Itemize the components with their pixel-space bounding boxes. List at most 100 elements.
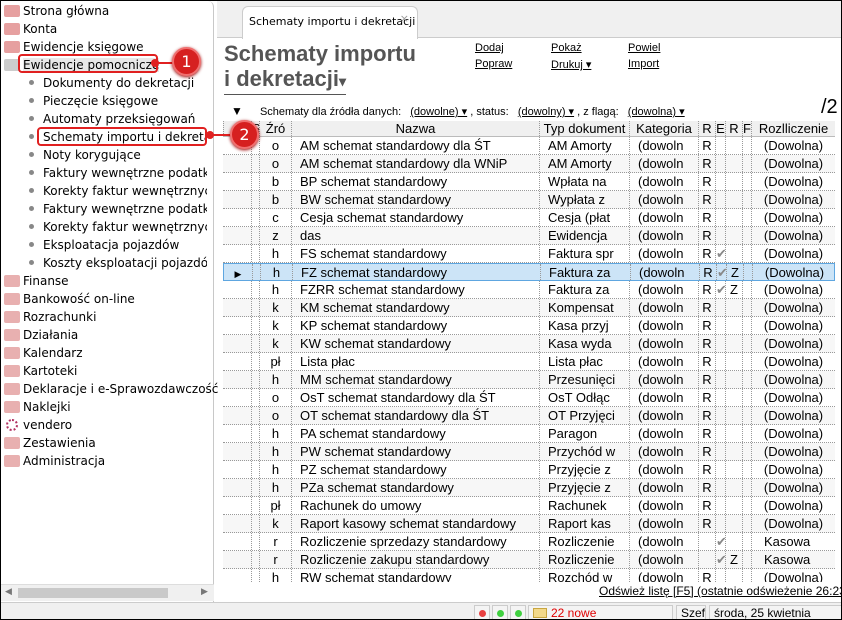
table-row[interactable]: b BP schemat standardowy Wpłata na (dowoln R… <box>223 173 835 191</box>
sidebar-subitem-6[interactable]: Korekty faktur wewnętrznych p <box>29 182 207 200</box>
row-selector[interactable]: ▶ <box>224 264 252 280</box>
row-selector[interactable] <box>223 317 251 334</box>
row-selector[interactable] <box>223 407 251 424</box>
sidebar-subitem-4[interactable]: Noty korygujące <box>29 146 207 164</box>
scroll-right-arrow[interactable]: ▶ <box>201 587 208 597</box>
row-selector[interactable] <box>223 191 251 208</box>
table-row[interactable]: h FZRR schemat standardowy Faktura za (dowo… <box>223 281 835 299</box>
column-header-3[interactable]: Nazwa <box>291 121 539 136</box>
column-header-9[interactable]: F <box>742 121 751 136</box>
row-selector[interactable] <box>223 533 251 550</box>
add-button[interactable]: Dodaj <box>475 42 504 54</box>
sidebar-module-8[interactable]: vendero <box>1 416 72 434</box>
column-header-5[interactable]: Kategoria <box>629 121 698 136</box>
sidebar-subitem-1[interactable]: Pieczęcie księgowe <box>29 92 207 110</box>
page-title-menu[interactable]: i dekretacji▾ <box>224 66 346 95</box>
row-selector[interactable] <box>223 209 251 226</box>
row-selector[interactable] <box>223 173 251 190</box>
table-row[interactable]: o OsT schemat standardowy dla ŚT OsT Odłąc… <box>223 389 835 407</box>
row-selector[interactable] <box>223 155 251 172</box>
row-selector[interactable] <box>223 443 251 460</box>
row-selector[interactable] <box>223 479 251 496</box>
sidebar-item-1[interactable]: Konta <box>1 20 57 38</box>
table-row[interactable]: h PA schemat standardowy Paragon (dowoln R (D… <box>223 425 835 443</box>
row-selector[interactable] <box>223 425 251 442</box>
sidebar-subitem-8[interactable]: Korekty faktur wewnętrznych p <box>29 218 207 236</box>
row-selector[interactable] <box>223 299 251 316</box>
row-selector[interactable] <box>223 515 251 532</box>
close-icon[interactable]: × <box>400 12 409 25</box>
sidebar-subitem-9[interactable]: Eksploatacja pojazdów <box>29 236 207 254</box>
table-row[interactable]: k KM schemat standardowy Kompensat (dowoln R… <box>223 299 835 317</box>
table-row[interactable]: o OT schemat standardowy dla ŚT OT Przyjęc… <box>223 407 835 425</box>
column-header-2[interactable]: Źró <box>259 121 291 136</box>
row-selector[interactable] <box>223 245 251 262</box>
table-row[interactable]: o AM schemat standardowy dla WNiP AM Amort… <box>223 155 835 173</box>
row-selector[interactable] <box>223 227 251 244</box>
column-header-6[interactable]: R <box>698 121 715 136</box>
sidebar-subitem-2[interactable]: Automaty przeksięgowań <box>29 110 207 128</box>
table-row[interactable]: k KP schemat standardowy Kasa przyj (dowoln… <box>223 317 835 335</box>
duplicate-button[interactable]: Powiel <box>628 42 660 54</box>
table-row[interactable]: z das Ewidencja (dowoln R (Dowolna) <box>223 227 835 245</box>
print-button[interactable]: Drukuj ▾ <box>551 58 591 71</box>
row-selector[interactable] <box>223 461 251 478</box>
table-row[interactable]: r Rozliczenie zakupu standardowy Rozliczen… <box>223 551 835 569</box>
sidebar-subitem-5[interactable]: Faktury wewnętrzne podatku n <box>29 164 207 182</box>
row-selector[interactable] <box>223 389 251 406</box>
table-row[interactable]: h PW schemat standardowy Przychód w (dowoln… <box>223 443 835 461</box>
table-row[interactable]: b BW schemat standardowy Wypłata z (dowoln R… <box>223 191 835 209</box>
sidebar-subitem-7[interactable]: Faktury wewnętrzne podatku n <box>29 200 207 218</box>
messages-button[interactable]: 22 nowe InsWiadomości <box>528 605 673 619</box>
row-selector[interactable] <box>223 371 251 388</box>
status-dropdown[interactable]: (dowolny) ▾ <box>518 106 574 118</box>
table-row[interactable]: r Rozliczenie sprzedazy standardowy Rozlic… <box>223 533 835 551</box>
column-header-8[interactable]: R <box>725 121 742 136</box>
sidebar-module-4[interactable]: Kalendarz <box>1 344 83 362</box>
sidebar-module-3[interactable]: Działania <box>1 326 78 344</box>
sidebar-module-10[interactable]: Administracja <box>1 452 105 470</box>
scrollbar-thumb[interactable] <box>18 588 168 598</box>
sidebar-module-0[interactable]: Finanse <box>1 272 69 290</box>
row-selector[interactable] <box>223 551 251 568</box>
sidebar-module-9[interactable]: Zestawienia <box>1 434 96 452</box>
sidebar-module-1[interactable]: Bankowość on-line <box>1 290 135 308</box>
column-header-4[interactable]: Typ dokument <box>539 121 629 136</box>
table-row[interactable]: pł Lista płac Lista płac (dowoln R (Dowolna) <box>223 353 835 371</box>
scroll-left-arrow[interactable]: ◀ <box>5 587 12 597</box>
edit-button[interactable]: Popraw <box>475 58 512 70</box>
sidebar-module-7[interactable]: Naklejki <box>1 398 71 416</box>
sidebar-module-6[interactable]: Deklaracje i e-Sprawozdawczość <box>1 380 218 398</box>
column-header-10[interactable]: Rozlliczenie <box>751 121 835 136</box>
row-selector[interactable] <box>223 281 251 298</box>
sidebar-horizontal-scrollbar[interactable]: ◀ ▶ <box>1 584 214 601</box>
table-row[interactable]: ▶ h FZ schemat standardowy Faktura za (dowol… <box>223 263 835 281</box>
refresh-list-link[interactable]: Odśwież listę [F5] (ostatnie odświeżenie… <box>599 584 841 598</box>
source-dropdown[interactable]: (dowolne) ▾ <box>410 106 467 118</box>
table-row[interactable]: h RW schemat standardowy Rozchód w (dowoln R… <box>223 569 835 582</box>
table-row[interactable]: o AM schemat standardowy dla ŚT AM Amorty(… <box>223 137 835 155</box>
table-row[interactable]: h PZa schemat standardowy Przyjęcie z (dowo… <box>223 479 835 497</box>
sidebar-subitem-10[interactable]: Koszty eksploatacji pojazdów <box>29 254 207 272</box>
table-row[interactable]: k KW schemat standardowy Kasa wyda (dowoln R… <box>223 335 835 353</box>
flag-dropdown[interactable]: (dowolna) ▾ <box>628 106 685 118</box>
row-selector[interactable] <box>223 353 251 370</box>
table-row[interactable]: pł Rachunek do umowy Rachunek (dowoln R (Dowo… <box>223 497 835 515</box>
sidebar-subitem-0[interactable]: Dokumenty do dekretacji <box>29 74 207 92</box>
column-header-7[interactable]: E <box>715 121 725 136</box>
table-row[interactable]: h PZ schemat standardowy Przyjęcie z (dowol… <box>223 461 835 479</box>
import-button[interactable]: Import <box>628 58 659 70</box>
table-row[interactable]: h FS schemat standardowy Faktura spr (dowol… <box>223 245 835 263</box>
show-button[interactable]: Pokaż <box>551 42 582 54</box>
sidebar-module-2[interactable]: Rozrachunki <box>1 308 96 326</box>
table-row[interactable]: h MM schemat standardowy Przesunięci (dowol… <box>223 371 835 389</box>
sidebar-module-5[interactable]: Kartoteki <box>1 362 77 380</box>
row-selector[interactable] <box>223 497 251 514</box>
table-row[interactable]: k Raport kasowy schemat standardowy Raport… <box>223 515 835 533</box>
tab-schematy[interactable]: Schematy importu i dekretacji × <box>242 6 418 39</box>
table-row[interactable]: c Cesja schemat standardowy Cesja (płat (do… <box>223 209 835 227</box>
row-selector[interactable] <box>223 569 251 582</box>
sidebar-item-0[interactable]: Strona główna <box>1 2 109 20</box>
filter-toggle-icon[interactable]: ▼ <box>231 104 243 118</box>
row-selector[interactable] <box>223 335 251 352</box>
